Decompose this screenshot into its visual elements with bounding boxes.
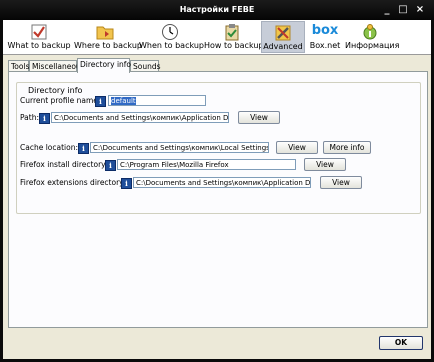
tool-label: How to backup <box>204 41 264 50</box>
tool-information[interactable]: Информация <box>345 21 400 53</box>
profile-info-icon[interactable]: i <box>95 96 106 107</box>
tool-advanced[interactable]: Advanced <box>261 21 305 53</box>
directory-info-panel: Directory info Current profile name: i d… <box>8 71 428 328</box>
group-title: Directory info <box>27 86 84 95</box>
cache-location-label: Cache location: <box>20 143 78 152</box>
install-dir-label: Firefox install directory: <box>20 160 108 169</box>
profile-name-label: Current profile name: <box>20 96 101 105</box>
tool-what-to-backup[interactable]: What to backup <box>6 21 72 53</box>
cache-location-field[interactable]: C:\Documents and Settings\компик\Local S… <box>90 142 269 153</box>
path-label: Path: <box>20 113 40 122</box>
folder-icon <box>96 26 114 40</box>
extensions-info-icon[interactable]: i <box>121 178 132 189</box>
tool-label: Where to backup <box>74 41 142 50</box>
cache-info-icon[interactable]: i <box>78 143 89 154</box>
close-button[interactable]: × <box>414 4 426 15</box>
tool-box-net[interactable]: box Box.net <box>307 21 343 53</box>
path-field[interactable]: C:\Documents and Settings\компик\Applica… <box>51 112 229 123</box>
tool-when-to-backup[interactable]: When to backup <box>139 21 205 53</box>
title-bar[interactable]: Настройки FEBE _ □ × <box>0 0 434 20</box>
profile-name-field[interactable]: default <box>108 95 206 106</box>
install-view-button[interactable]: View <box>304 158 346 171</box>
minimize-button[interactable]: _ <box>381 4 393 15</box>
tool-how-to-backup[interactable]: How to backup <box>204 21 264 53</box>
ok-button[interactable]: OK <box>379 336 423 350</box>
path-info-icon[interactable]: i <box>39 113 50 124</box>
more-info-button[interactable]: More info <box>323 141 371 154</box>
maximize-button[interactable]: □ <box>397 4 409 15</box>
tool-label: Advanced <box>263 42 303 51</box>
clipboard-icon <box>225 24 239 41</box>
tool-label: Box.net <box>309 41 341 50</box>
tool-where-to-backup[interactable]: Where to backup <box>74 21 142 53</box>
info-icon <box>363 24 377 40</box>
install-dir-field[interactable]: C:\Program Files\Mozilla Firefox <box>117 159 296 170</box>
febe-settings-window: Настройки FEBE _ □ × What to backup Wher… <box>0 0 434 362</box>
tool-label: Информация <box>345 41 400 50</box>
path-view-button[interactable]: View <box>238 111 280 124</box>
checkbox-list-icon <box>31 24 47 40</box>
install-info-icon[interactable]: i <box>105 160 116 171</box>
box-logo-icon: box <box>311 23 339 38</box>
extensions-dir-field[interactable]: C:\Documents and Settings\компик\Applica… <box>133 177 311 188</box>
cache-view-button[interactable]: View <box>276 141 318 154</box>
tool-label: What to backup <box>7 41 71 50</box>
extensions-dir-label: Firefox extensions directory: <box>20 178 126 187</box>
extensions-view-button[interactable]: View <box>320 176 362 189</box>
clock-icon <box>162 24 178 40</box>
tools-icon <box>275 25 291 41</box>
tab-directory-info[interactable]: Directory info <box>77 58 131 73</box>
settings-toolbar: What to backup Where to backup When to b… <box>3 20 431 55</box>
tool-label: When to backup <box>139 41 205 50</box>
window-title: Настройки FEBE <box>179 5 255 14</box>
window-client-area: What to backup Where to backup When to b… <box>3 20 431 359</box>
